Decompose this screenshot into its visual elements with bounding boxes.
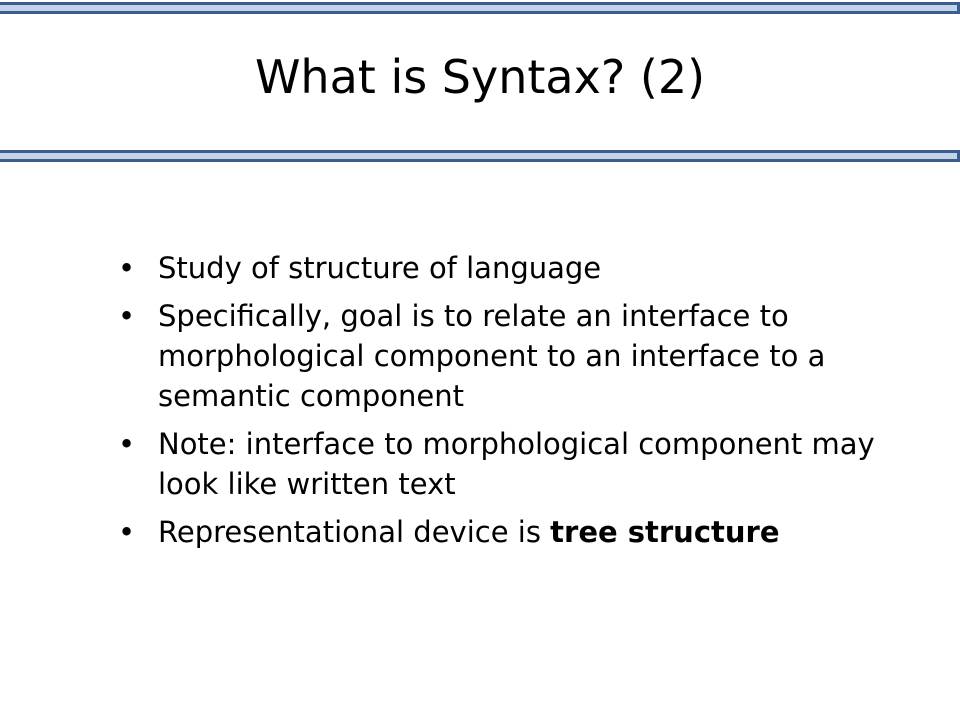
bullet-emphasis: tree structure: [550, 515, 780, 549]
bullet-item: • Note: interface to morphological compo…: [118, 424, 918, 504]
bullet-icon: •: [118, 515, 136, 549]
bullet-text: Representational device is: [158, 515, 551, 549]
bullet-item: • Specifically, goal is to relate an int…: [118, 296, 918, 416]
top-decorative-bar: [0, 2, 960, 14]
bullet-text: Specifically, goal is to relate an inter…: [158, 299, 826, 413]
bullet-text: Note: interface to morphological compone…: [158, 427, 875, 501]
bullet-list: • Study of structure of language • Speci…: [118, 248, 918, 560]
bullet-icon: •: [118, 427, 136, 461]
bullet-icon: •: [118, 251, 136, 285]
bullet-item: • Representational device is tree struct…: [118, 512, 918, 552]
title-underline-bar: [0, 150, 960, 162]
bullet-text: Study of structure of language: [158, 251, 602, 285]
bullet-icon: •: [118, 299, 136, 333]
slide-title: What is Syntax? (2): [254, 50, 706, 104]
bullet-item: • Study of structure of language: [118, 248, 918, 288]
